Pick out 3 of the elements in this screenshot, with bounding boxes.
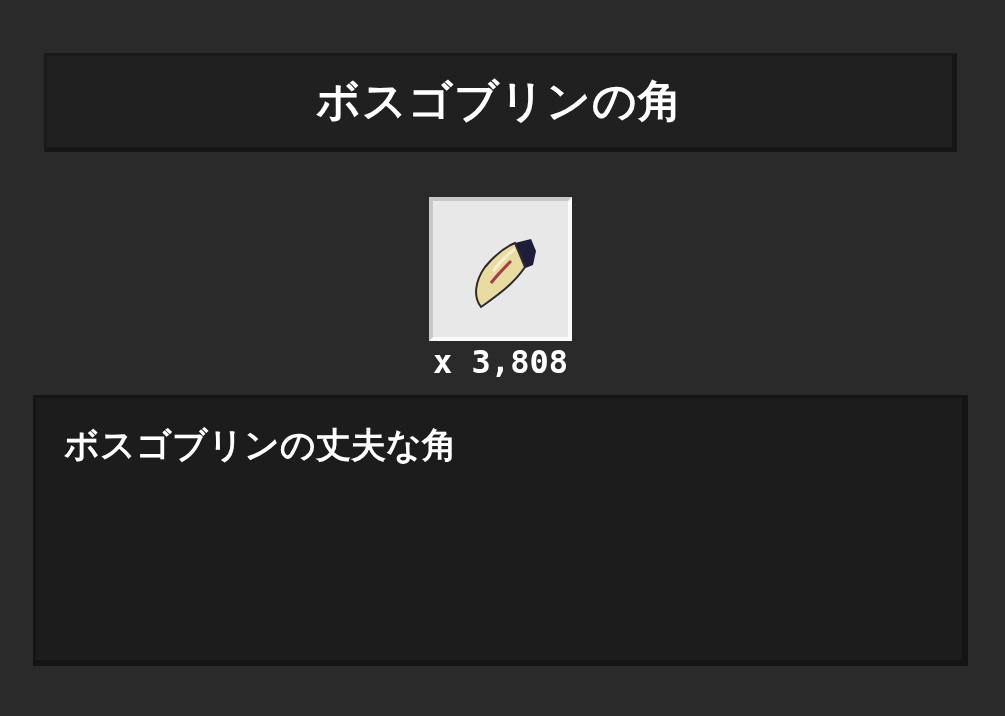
item-description: ボスゴブリンの丈夫な角 xyxy=(64,424,458,467)
item-count: x 3,808 xyxy=(433,343,568,381)
item-name: ボスゴブリンの角 xyxy=(316,74,683,128)
